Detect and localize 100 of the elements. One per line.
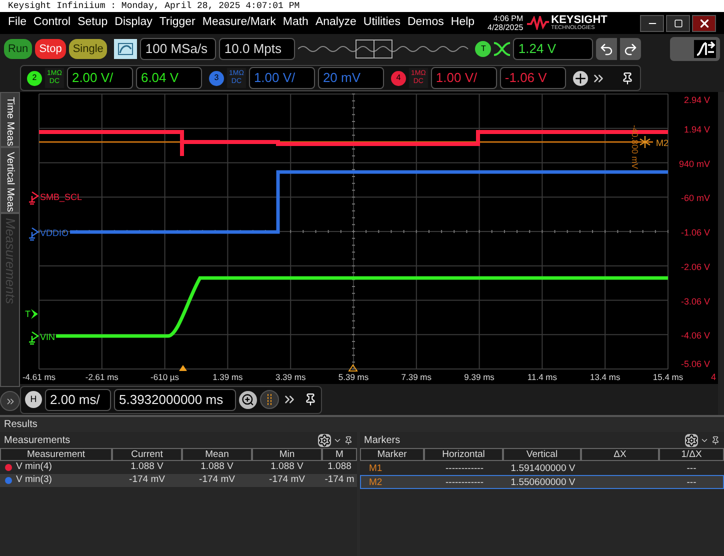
acquisition-button[interactable]: Stop xyxy=(35,39,66,59)
horizontal-scale-display[interactable]: 2.00 ms/ xyxy=(45,388,111,410)
column-header[interactable]: 1/ΔX xyxy=(659,448,724,461)
ground-marker-icon[interactable] xyxy=(28,227,40,241)
vertical-offset-display[interactable]: 6.04 V xyxy=(136,67,202,89)
trigger-level-display[interactable]: 1.24 V xyxy=(513,38,594,60)
mode-button[interactable] xyxy=(670,37,720,61)
pin-icon[interactable] xyxy=(304,393,317,406)
vertical-offset-display[interactable]: 20 mV xyxy=(318,67,384,89)
pin-icon[interactable] xyxy=(711,436,720,444)
expand-button[interactable] xyxy=(0,391,20,411)
close-icon xyxy=(698,16,710,30)
axis-label: 11.4 ms xyxy=(527,372,557,382)
side-tab[interactable]: Vertical Meas xyxy=(0,147,20,214)
channel-label: VIN xyxy=(40,332,56,342)
axis-label: 9.39 ms xyxy=(464,372,494,382)
menu-item[interactable]: Display xyxy=(114,14,152,32)
menu-item[interactable]: File xyxy=(8,14,27,32)
axis-label: -4.61 ms xyxy=(22,372,56,382)
menu-item[interactable]: Setup xyxy=(78,14,108,32)
column-header[interactable]: Mean xyxy=(182,448,252,461)
menu-item[interactable]: Math xyxy=(282,14,308,32)
column-header[interactable]: Min xyxy=(252,448,322,461)
marker-name: M1 xyxy=(368,462,384,476)
menu-item[interactable]: Help xyxy=(450,14,475,32)
marker-label: M2 xyxy=(656,138,669,148)
menu-item[interactable]: Demos xyxy=(407,14,444,32)
axis-label: 1.94 V xyxy=(684,124,710,134)
column-header[interactable]: Marker xyxy=(360,448,424,461)
settings-icon[interactable] xyxy=(318,434,331,446)
zoom-icon[interactable] xyxy=(239,390,257,408)
sample-rate-display[interactable]: 100 MSa/s xyxy=(140,38,216,60)
menu-item[interactable]: Utilities xyxy=(363,14,400,32)
table-cell-text: ------------ xyxy=(444,476,484,490)
horizontal-button[interactable]: H xyxy=(25,391,42,408)
column-header[interactable]: Current xyxy=(112,448,182,461)
settings-icon[interactable] xyxy=(685,434,698,446)
column-header[interactable]: M xyxy=(322,448,357,461)
menu-item[interactable]: Analyze xyxy=(315,14,356,32)
results-title: Results xyxy=(3,418,38,432)
table-cell: V min(4) xyxy=(16,461,52,474)
waveform-display[interactable]: SMB_SCL VDDIO VIN T -40.800 mV M2 2.94 V 1.94 V 940 mV -60 mV -1.06 V -2.06 V -3.06 V -4.06 V -5.06 V -4.61 ms -2.61 ms -610 µs 1.39 ms 3.39 ms 5.39 ms 7.39 ms 9.39 ms 11.4 ms 13.4 ms 15.4 ms 4 xyxy=(20,92,718,384)
autoscale-button[interactable] xyxy=(114,39,138,59)
logo-wave-icon xyxy=(527,16,550,30)
axis-label: -3.06 V xyxy=(680,296,710,306)
redo-button[interactable] xyxy=(620,38,642,60)
axis-label: 7.39 ms xyxy=(401,372,432,382)
trigger-level-icon[interactable] xyxy=(31,309,38,319)
trigger-edge-icon[interactable] xyxy=(494,42,510,56)
table-cell-text: --- xyxy=(686,462,698,476)
trigger-position-icon[interactable] xyxy=(179,365,187,371)
menu-item[interactable]: Measure/Mark xyxy=(202,14,276,32)
table-cell: 1.088 V xyxy=(130,461,164,474)
vertical-offset-display[interactable]: -1.06 V xyxy=(500,67,566,89)
channel-label: SMB_SCL xyxy=(40,192,82,202)
chevrons-icon xyxy=(4,396,16,406)
window-title: Keysight Infiniium : Monday, April 28, 2025 4:07:01 PM xyxy=(8,2,300,10)
acquisition-button[interactable]: Run xyxy=(4,39,32,59)
close-button[interactable] xyxy=(692,14,716,32)
add-channel-icon[interactable] xyxy=(572,70,588,86)
axis-label: 1.39 ms xyxy=(212,372,243,382)
table-cell: -174 mV xyxy=(199,474,235,487)
panel-title: Measurements xyxy=(4,434,70,448)
channel-button[interactable]: 3 xyxy=(208,70,224,86)
trigger-button[interactable]: T xyxy=(475,41,492,57)
acquisition-button[interactable]: Single xyxy=(68,39,108,59)
time-reference-icon[interactable] xyxy=(348,364,358,372)
navigation-button[interactable] xyxy=(260,390,279,409)
vertical-scale-display[interactable]: 1.00 V/ xyxy=(430,67,497,89)
vertical-scale-display[interactable]: 2.00 V/ xyxy=(66,67,133,89)
column-header[interactable]: Horizontal xyxy=(424,448,503,461)
channel-button[interactable]: 2 xyxy=(27,70,42,86)
vertical-scale-display[interactable]: 1.00 V/ xyxy=(248,67,315,89)
table-cell-text: --- xyxy=(686,476,698,490)
undo-button[interactable] xyxy=(596,38,618,60)
pin-icon[interactable] xyxy=(344,436,353,444)
marker-handle-icon[interactable] xyxy=(639,135,651,149)
marker-row[interactable]: M1 ------------ 1.591400000 V --- xyxy=(360,461,724,475)
marker-row[interactable]: M2 ------------ 1.550600000 V --- xyxy=(360,475,724,489)
column-header[interactable]: Measurement xyxy=(0,448,112,461)
channel-button[interactable]: 4 xyxy=(390,70,406,86)
horizontal-position-display[interactable]: 5.3932000000 ms xyxy=(114,388,236,410)
table-cell: 1.088 xyxy=(328,461,352,474)
axis-label: -610 µs xyxy=(150,372,180,382)
side-tab[interactable]: Time Meas xyxy=(0,92,20,148)
table-cell: V min(3) xyxy=(16,474,52,487)
ground-marker-icon[interactable] xyxy=(28,191,40,205)
column-header[interactable]: ΔX xyxy=(581,448,659,461)
marker-name: M2 xyxy=(368,476,384,490)
axis-label: -2.06 V xyxy=(680,262,710,272)
maximize-button[interactable] xyxy=(666,14,690,32)
table-cell: -174 m xyxy=(324,474,354,487)
memory-depth-display[interactable]: 10.0 Mpts xyxy=(219,38,296,60)
dotted-lines-icon xyxy=(266,394,273,405)
marker-readout: -40.800 mV xyxy=(630,125,640,169)
menu-item[interactable]: Trigger xyxy=(159,14,196,32)
column-header[interactable]: Vertical xyxy=(503,448,581,461)
clock-time: 4:06 PM xyxy=(493,14,524,23)
pin-icon[interactable] xyxy=(620,72,634,84)
menu-item[interactable]: Control xyxy=(34,14,71,32)
